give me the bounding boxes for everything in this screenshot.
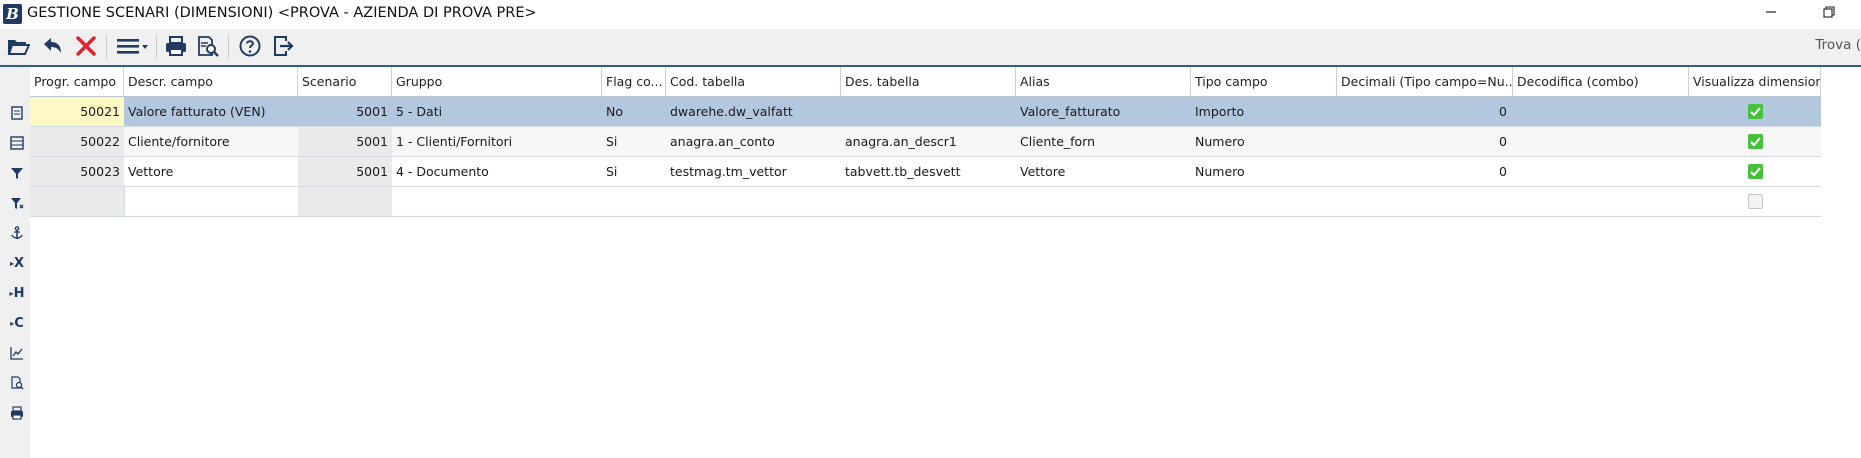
scenario-cell[interactable] [298, 187, 392, 216]
anchor-icon[interactable] [6, 222, 28, 244]
title-bar: B GESTIONE SCENARI (DIMENSIONI) <PROVA -… [0, 0, 1861, 29]
table-row[interactable]: 50022 Cliente/fornitore 5001 1 - Clienti… [30, 127, 1821, 157]
descr-campo-cell[interactable]: Valore fatturato (VEN) [124, 97, 298, 126]
gruppo-cell[interactable]: 5 - Dati [392, 97, 602, 126]
c-column-icon[interactable]: ▸ C [6, 312, 28, 334]
progr-campo-cell[interactable]: 50021 [30, 97, 124, 126]
descr-campo-cell[interactable]: Cliente/fornitore [124, 127, 298, 156]
tipo-campo-cell[interactable]: Numero [1191, 127, 1337, 156]
alias-cell[interactable]: Cliente_forn [1016, 127, 1191, 156]
c-column-label: C [14, 315, 24, 331]
column-header[interactable]: Scenario [298, 67, 392, 96]
scenario-cell[interactable]: 5001 [298, 127, 392, 156]
gruppo-cell[interactable]: 4 - Documento [392, 157, 602, 186]
find-label[interactable]: Trova ( [1815, 37, 1861, 53]
des-tabella-cell[interactable]: anagra.an_descr1 [841, 127, 1016, 156]
toolbar-separator [228, 35, 229, 59]
alias-cell[interactable]: Valore_fatturato [1016, 97, 1191, 126]
open-folder-icon[interactable] [4, 32, 32, 60]
zoom-doc-icon[interactable] [6, 372, 28, 394]
des-tabella-cell[interactable]: tabvett.tb_desvett [841, 157, 1016, 186]
x-column-icon[interactable]: ▸ X [6, 252, 28, 274]
filter-icon[interactable] [6, 162, 28, 184]
column-header[interactable]: Visualizza dimensione [1689, 67, 1821, 96]
decimali-cell[interactable]: 0 [1337, 127, 1513, 156]
column-header[interactable]: Decimali (Tipo campo=Nu... [1337, 67, 1513, 96]
h-column-label: H [13, 285, 25, 301]
filter-clear-icon[interactable] [6, 192, 28, 214]
alias-cell[interactable]: Vettore [1016, 157, 1191, 186]
delete-icon[interactable] [72, 32, 100, 60]
descr-campo-cell[interactable]: Vettore [124, 157, 298, 186]
flag-cell[interactable]: Si [602, 127, 666, 156]
column-header[interactable]: Tipo campo [1191, 67, 1337, 96]
cod-tabella-cell[interactable]: testmag.tm_vettor [666, 157, 841, 186]
decodifica-cell[interactable] [1513, 97, 1689, 126]
chart-icon[interactable] [6, 342, 28, 364]
x-column-label: X [13, 255, 25, 271]
column-header[interactable]: Flag co... [602, 67, 666, 96]
progr-campo-cell[interactable]: 50022 [30, 127, 124, 156]
restore-icon[interactable] [1806, 0, 1852, 29]
column-header[interactable]: Decodifica (combo) [1513, 67, 1689, 96]
visualizza-checkbox[interactable] [1748, 104, 1763, 119]
undo-icon[interactable] [38, 32, 66, 60]
descr-campo-cell[interactable] [124, 187, 298, 216]
progr-campo-cell[interactable] [30, 187, 124, 216]
app-logo: B [3, 4, 22, 24]
decodifica-cell[interactable] [1513, 127, 1689, 156]
window-title: GESTIONE SCENARI (DIMENSIONI) <PROVA - A… [27, 5, 537, 21]
side-toolbar: ▸ X ▸ H ▸ C [0, 67, 30, 458]
table-row[interactable]: 50021 Valore fatturato (VEN) 5001 5 - Da… [30, 97, 1821, 127]
scenario-cell[interactable]: 5001 [298, 97, 392, 126]
print-icon[interactable] [6, 402, 28, 424]
toolbar-separator [106, 35, 107, 59]
toolbar: Trova ( [0, 29, 1861, 67]
decodifica-cell[interactable] [1513, 157, 1689, 186]
scenario-cell[interactable]: 5001 [298, 157, 392, 186]
minimize-icon[interactable] [1748, 0, 1794, 29]
tipo-campo-cell[interactable]: Numero [1191, 157, 1337, 186]
cod-tabella-cell[interactable]: anagra.an_conto [666, 127, 841, 156]
column-header[interactable]: Alias [1016, 67, 1191, 96]
decimali-cell[interactable]: 0 [1337, 157, 1513, 186]
gruppo-cell[interactable] [392, 187, 602, 216]
flag-cell[interactable]: No [602, 97, 666, 126]
des-tabella-cell[interactable] [841, 97, 1016, 126]
toolbar-separator [156, 35, 157, 59]
column-header[interactable]: Progr. campo [30, 67, 124, 96]
visualizza-checkbox[interactable] [1748, 194, 1763, 209]
tipo-campo-cell[interactable]: Importo [1191, 97, 1337, 126]
progr-campo-cell[interactable]: 50023 [30, 157, 124, 186]
visualizza-checkbox[interactable] [1748, 134, 1763, 149]
gruppo-cell[interactable]: 1 - Clienti/Fornitori [392, 127, 602, 156]
menu-icon[interactable] [114, 32, 150, 60]
column-header[interactable]: Des. tabella [841, 67, 1016, 96]
cod-tabella-cell[interactable]: dwarehe.dw_valfatt [666, 97, 841, 126]
table-row-new[interactable] [30, 187, 1821, 217]
table-row[interactable]: 50023 Vettore 5001 4 - Documento Si test… [30, 157, 1821, 187]
data-grid: Progr. campo Descr. campo Scenario Grupp… [30, 67, 1821, 217]
decimali-cell[interactable]: 0 [1337, 97, 1513, 126]
column-header[interactable]: Gruppo [392, 67, 602, 96]
h-column-icon[interactable]: ▸ H [6, 282, 28, 304]
print-icon[interactable] [162, 32, 190, 60]
flag-cell[interactable]: Si [602, 157, 666, 186]
list-icon[interactable] [6, 132, 28, 154]
document-icon[interactable] [6, 102, 28, 124]
visualizza-checkbox[interactable] [1748, 164, 1763, 179]
exit-icon[interactable] [270, 32, 298, 60]
print-preview-icon[interactable] [194, 32, 222, 60]
column-header[interactable]: Cod. tabella [666, 67, 841, 96]
grid-header: Progr. campo Descr. campo Scenario Grupp… [30, 67, 1821, 97]
help-icon[interactable] [236, 32, 264, 60]
column-header[interactable]: Descr. campo [124, 67, 298, 96]
